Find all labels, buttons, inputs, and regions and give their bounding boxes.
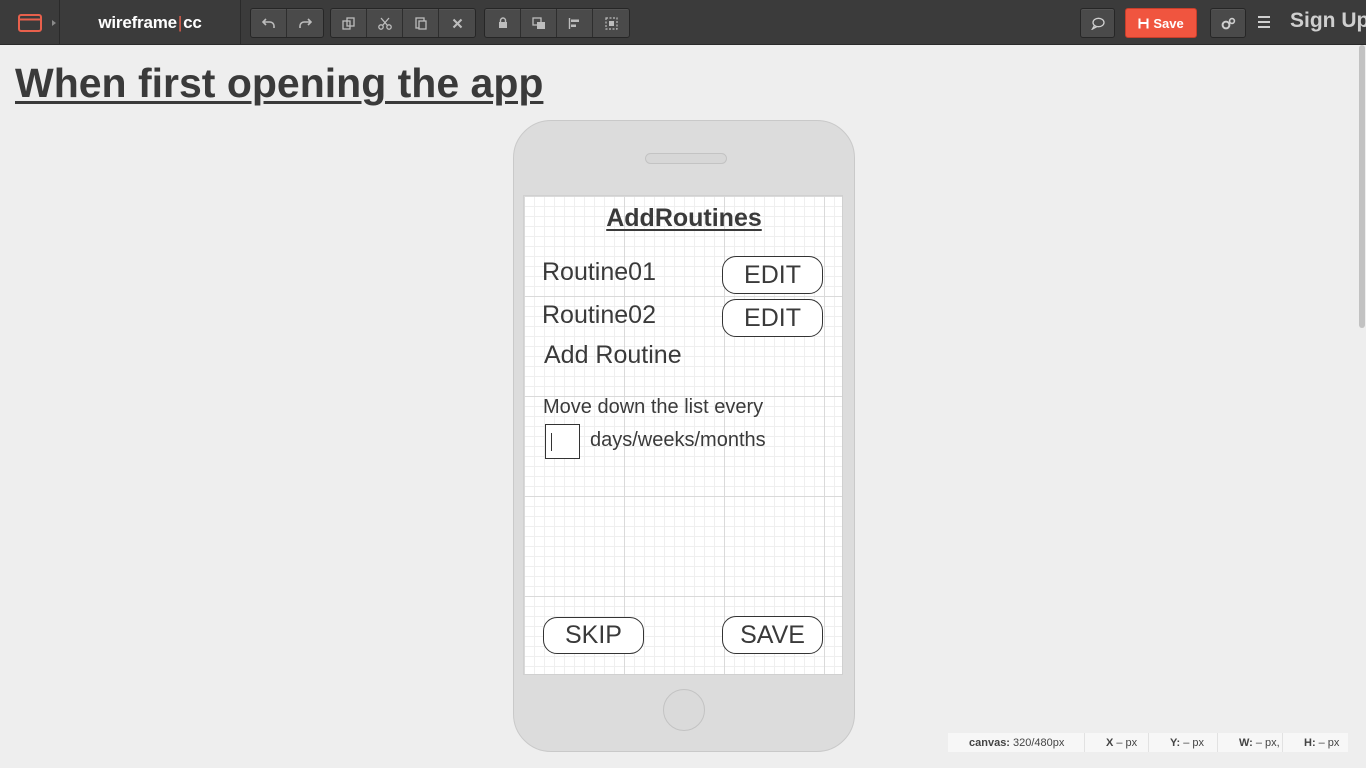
page-title[interactable]: When first opening the app — [15, 60, 543, 107]
screen-title[interactable]: AddRoutines — [524, 204, 844, 233]
undo-icon — [261, 18, 275, 28]
w-label: W: — [1239, 736, 1253, 749]
interval-input[interactable] — [545, 424, 580, 459]
move-interval-label: Move down the list every — [543, 396, 764, 418]
w-value: – px, — [1255, 736, 1280, 749]
scrollbar-thumb[interactable] — [1359, 45, 1365, 328]
status-bar: canvas: 320/480px X – px Y: – px W: – px, H:… — [948, 733, 1348, 752]
canvas-value: 320/480px — [1012, 736, 1065, 749]
delete-button[interactable] — [439, 9, 475, 37]
add-routine-link[interactable]: Add Routine — [544, 341, 682, 370]
paste-icon — [414, 17, 427, 30]
w-readout: W: – px, — [1218, 733, 1283, 752]
canvas-size-readout: canvas: 320/480px — [948, 733, 1085, 752]
phone-screen-canvas[interactable]: AddRoutines Routine01 EDIT Routine02 EDI… — [523, 195, 843, 675]
window-icon — [18, 13, 42, 32]
phone-home-button[interactable] — [663, 689, 705, 731]
settings-button[interactable] — [1210, 8, 1246, 38]
x-label: X — [1106, 736, 1114, 749]
group-icon — [604, 16, 618, 30]
x-value: – px — [1116, 736, 1138, 749]
canvas-label: canvas: — [969, 736, 1010, 749]
y-label: Y: — [1170, 736, 1181, 749]
top-toolbar: wireframe | cc Save Sign Up — [0, 0, 1366, 45]
save-button-label: Save — [1153, 15, 1184, 31]
text-caret — [551, 433, 552, 451]
comment-button[interactable] — [1080, 8, 1115, 38]
app-brand: wireframe | cc — [60, 0, 241, 45]
edit-button[interactable]: EDIT — [722, 299, 823, 337]
menu-icon[interactable] — [1258, 12, 1276, 32]
redo-button[interactable] — [287, 9, 323, 37]
edit-button[interactable]: EDIT — [722, 256, 823, 294]
duplicate-button[interactable] — [331, 9, 367, 37]
y-readout: Y: – px — [1149, 733, 1218, 752]
cut-icon — [377, 17, 392, 30]
arrange-group — [484, 8, 630, 38]
save-icon — [1138, 18, 1149, 28]
h-label: H: — [1304, 736, 1316, 749]
history-group — [250, 8, 324, 38]
group-button[interactable] — [593, 9, 629, 37]
vertical-scrollbar[interactable] — [1358, 45, 1366, 745]
arrange-icon — [531, 16, 545, 29]
lock-button[interactable] — [485, 9, 521, 37]
save-screen-button[interactable]: SAVE — [722, 616, 823, 654]
skip-button[interactable]: SKIP — [543, 617, 644, 654]
delete-icon — [452, 18, 462, 28]
signup-link[interactable]: Sign Up — [1290, 9, 1366, 33]
routine-label[interactable]: Routine02 — [542, 301, 656, 330]
save-button[interactable]: Save — [1125, 8, 1197, 38]
x-readout: X – px — [1085, 733, 1149, 752]
paste-button[interactable] — [403, 9, 439, 37]
brand-separator: | — [177, 12, 183, 32]
undo-button[interactable] — [251, 9, 287, 37]
edit-group — [330, 8, 476, 38]
phone-speaker — [645, 153, 727, 164]
arrange-button[interactable] — [521, 9, 557, 37]
lock-icon — [498, 17, 507, 28]
dropdown-arrow-icon — [52, 19, 56, 26]
brand-suffix: cc — [183, 12, 202, 32]
routine-label[interactable]: Routine01 — [542, 258, 656, 287]
duplicate-icon — [342, 16, 355, 30]
align-icon — [568, 17, 579, 29]
brand-name: wireframe — [98, 12, 177, 32]
y-value: – px — [1183, 736, 1204, 749]
settings-icon — [1221, 17, 1235, 29]
interval-unit-label: days/weeks/months — [590, 429, 766, 451]
h-readout: H: – px — [1283, 733, 1348, 752]
h-value: – px — [1318, 736, 1340, 749]
align-button[interactable] — [557, 9, 593, 37]
redo-icon — [299, 18, 312, 28]
window-menu-button[interactable] — [0, 0, 60, 45]
cut-button[interactable] — [367, 9, 403, 37]
comment-icon — [1090, 17, 1105, 30]
